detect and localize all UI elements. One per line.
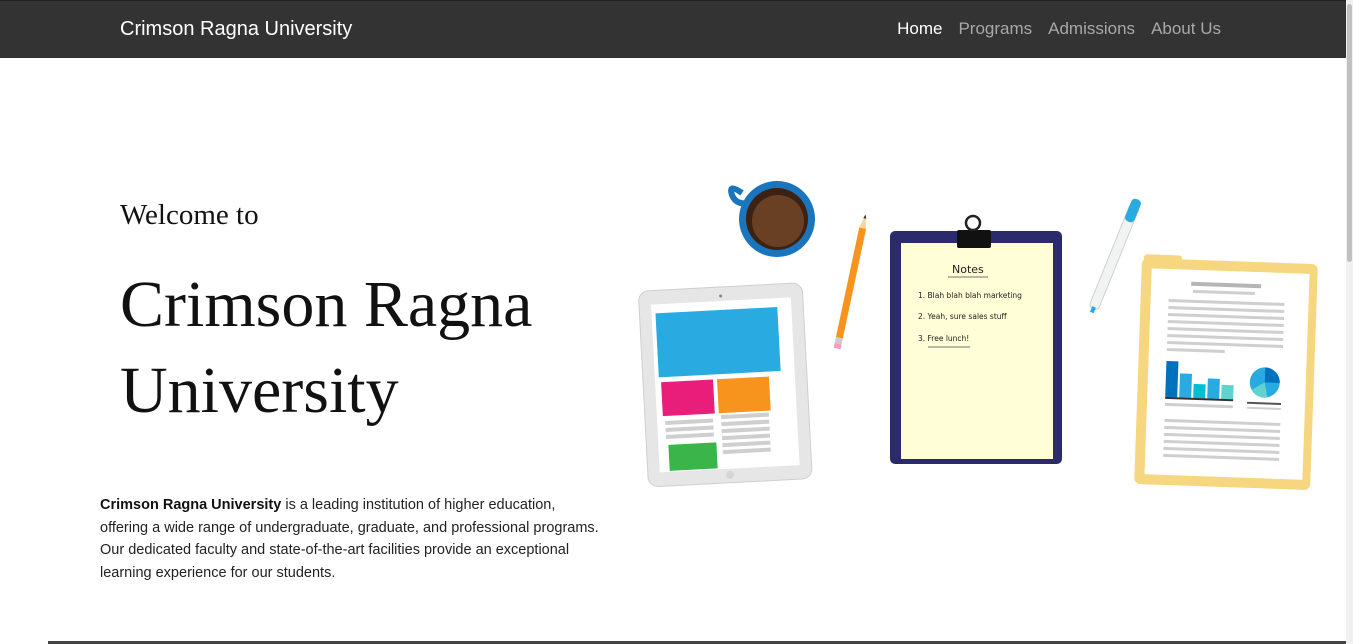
hero-title: Crimson Ragna University bbox=[120, 268, 533, 427]
note-item-3: 3. Free lunch! bbox=[918, 334, 969, 343]
nav-about-link[interactable]: About Us bbox=[1151, 19, 1221, 39]
welcome-text: Welcome to bbox=[120, 199, 259, 231]
intro-university-name: Crimson Ragna University bbox=[100, 497, 282, 513]
scrollbar-thumb[interactable] bbox=[1347, 4, 1352, 262]
desk-illustration: Notes 1. Blah blah blah marketing 2. Yea… bbox=[638, 181, 1318, 490]
nav-admissions-link[interactable]: Admissions bbox=[1048, 19, 1135, 39]
brand-link[interactable]: Crimson Ragna University bbox=[120, 18, 352, 41]
pen-icon bbox=[1089, 198, 1141, 314]
note-item-2: 2. Yeah, sure sales stuff bbox=[918, 312, 1008, 321]
pencil-icon bbox=[833, 214, 867, 350]
nav-home-link[interactable]: Home bbox=[897, 19, 942, 39]
report-folder-icon bbox=[1134, 254, 1318, 490]
intro-facilities: Our dedicated faculty and state-of-the-a… bbox=[100, 542, 570, 581]
clipboard-icon: Notes 1. Blah blah blah marketing 2. Yea… bbox=[890, 214, 1062, 464]
intro-paragraph: Crimson Ragna University is a leading in… bbox=[100, 494, 600, 584]
nav-programs-link[interactable]: Programs bbox=[958, 19, 1032, 39]
nav-menu: Home Programs Admissions About Us bbox=[897, 19, 1221, 39]
top-navbar: Crimson Ragna University Home Programs A… bbox=[0, 0, 1346, 58]
coffee-cup-icon bbox=[728, 181, 815, 257]
tablet-icon bbox=[638, 282, 813, 488]
notes-title: Notes bbox=[952, 263, 984, 276]
note-item-1: 1. Blah blah blah marketing bbox=[918, 291, 1022, 300]
page-scrollbar[interactable] bbox=[1346, 0, 1353, 644]
